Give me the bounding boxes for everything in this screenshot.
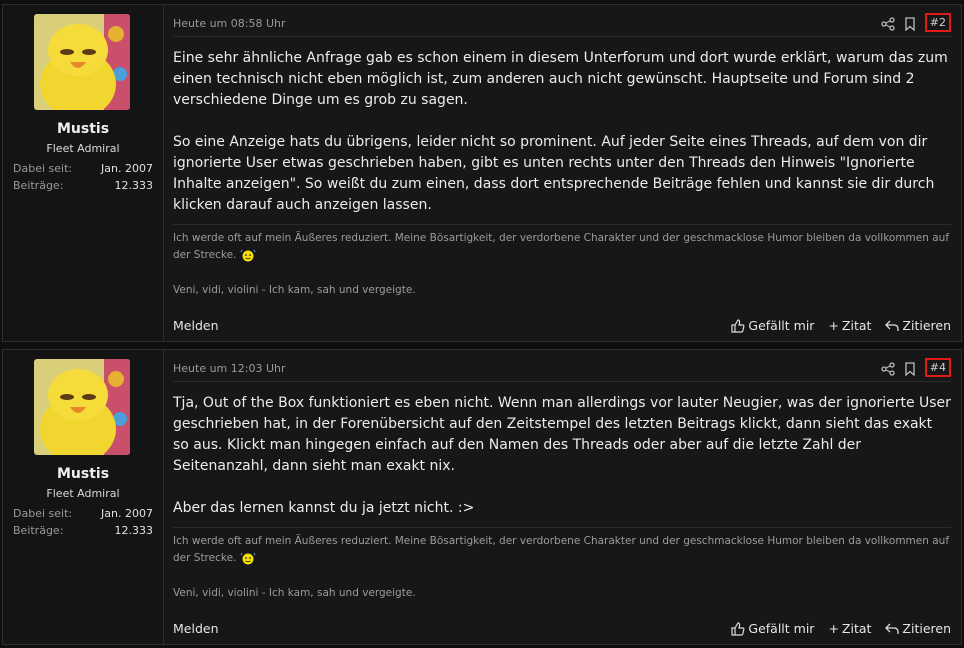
joined-value: Jan. 2007 (101, 507, 153, 520)
reply-label: Zitieren (902, 621, 951, 636)
post-footer: Melden Gefällt mir + Zitat Zitieren (173, 621, 951, 636)
signature: Ich werde oft auf mein Äußeres reduziert… (173, 527, 951, 602)
post-body: Eine sehr ähnliche Anfrage gab es schon … (173, 48, 951, 237)
report-link[interactable]: Melden (173, 318, 219, 333)
user-sidebar: Mustis Fleet Admiral Dabei seit: Jan. 20… (3, 5, 164, 341)
post-paragraph: Eine sehr ähnliche Anfrage gab es schon … (173, 50, 948, 108)
reply-button[interactable]: Zitieren (885, 621, 951, 636)
bookmark-icon[interactable] (903, 16, 917, 31)
header-divider (173, 36, 951, 37)
post-number-link[interactable]: #2 (924, 13, 951, 32)
user-sidebar: Mustis Fleet Admiral Dabei seit: Jan. 20… (3, 350, 164, 644)
post-paragraph: So eine Anzeige hats du übrigens, leider… (173, 134, 935, 213)
like-button[interactable]: Gefällt mir (731, 621, 814, 636)
bookmark-icon[interactable] (903, 361, 917, 376)
post: Mustis Fleet Admiral Dabei seit: Jan. 20… (2, 349, 962, 645)
joined-row: Dabei seit: Jan. 2007 (13, 507, 153, 520)
user-title: Fleet Admiral (46, 142, 120, 155)
post-date[interactable]: Heute um 12:03 Uhr (173, 362, 286, 375)
post-actions: Gefällt mir + Zitat Zitieren (731, 621, 951, 636)
quote-button[interactable]: + Zitat (828, 621, 871, 636)
header-divider (173, 381, 951, 382)
post-header-icons: #4 (881, 358, 951, 377)
like-button[interactable]: Gefällt mir (731, 318, 814, 333)
share-icon[interactable] (881, 361, 895, 376)
signature-line-2: Veni, vidi, violini - Ich kam, sah und v… (173, 587, 416, 599)
smiley-icon (240, 249, 256, 262)
thumbs-up-icon (731, 318, 745, 333)
signature-text: Ich werde oft auf mein Äußeres reduziert… (173, 232, 950, 261)
thumbs-up-icon (731, 621, 745, 636)
post-paragraph: Aber das lernen kannst du ja jetzt nicht… (173, 500, 475, 516)
posts-value[interactable]: 12.333 (115, 179, 154, 192)
joined-row: Dabei seit: Jan. 2007 (13, 162, 153, 175)
username[interactable]: Mustis (3, 121, 163, 137)
posts-label: Beiträge: (13, 179, 64, 192)
share-icon[interactable] (881, 16, 895, 31)
posts-value[interactable]: 12.333 (115, 524, 154, 537)
plus-icon: + (828, 621, 839, 636)
post-number-link[interactable]: #4 (924, 358, 951, 377)
signature-line-2: Veni, vidi, violini - Ich kam, sah und v… (173, 284, 416, 296)
post-paragraph: Tja, Out of the Box funktioniert es eben… (173, 395, 951, 474)
signature-line-1: Ich werde oft auf mein Äußeres reduziert… (173, 230, 951, 264)
posts-label: Beiträge: (13, 524, 64, 537)
quote-button[interactable]: + Zitat (828, 318, 871, 333)
avatar[interactable] (34, 359, 130, 455)
joined-label: Dabei seit: (13, 162, 73, 175)
post-body: Tja, Out of the Box funktioniert es eben… (173, 393, 951, 540)
quote-label: Zitat (841, 318, 872, 333)
reply-icon (885, 622, 900, 636)
reply-button[interactable]: Zitieren (885, 318, 951, 333)
posts-row: Beiträge: 12.333 (13, 179, 153, 192)
signature-line-1: Ich werde oft auf mein Äußeres reduziert… (173, 533, 951, 567)
post-date[interactable]: Heute um 08:58 Uhr (173, 17, 286, 30)
post: Mustis Fleet Admiral Dabei seit: Jan. 20… (2, 4, 962, 342)
report-link[interactable]: Melden (173, 621, 219, 636)
avatar[interactable] (34, 14, 130, 110)
user-title: Fleet Admiral (46, 487, 120, 500)
like-label: Gefällt mir (748, 621, 815, 636)
joined-label: Dabei seit: (13, 507, 73, 520)
plus-icon: + (828, 318, 839, 333)
quote-label: Zitat (841, 621, 872, 636)
joined-value: Jan. 2007 (101, 162, 153, 175)
smiley-icon (240, 552, 256, 565)
post-header-icons: #2 (881, 13, 951, 32)
post-content: Heute um 12:03 Uhr #4 Tja, Out of the Bo… (173, 350, 951, 644)
post-footer: Melden Gefällt mir + Zitat Zitieren (173, 318, 951, 333)
posts-row: Beiträge: 12.333 (13, 524, 153, 537)
post-actions: Gefällt mir + Zitat Zitieren (731, 318, 951, 333)
like-label: Gefällt mir (748, 318, 815, 333)
username[interactable]: Mustis (3, 466, 163, 482)
reply-icon (885, 319, 900, 333)
reply-label: Zitieren (902, 318, 951, 333)
post-content: Heute um 08:58 Uhr #2 Eine sehr ähnliche… (173, 5, 951, 341)
signature-text: Ich werde oft auf mein Äußeres reduziert… (173, 535, 950, 564)
signature: Ich werde oft auf mein Äußeres reduziert… (173, 224, 951, 299)
